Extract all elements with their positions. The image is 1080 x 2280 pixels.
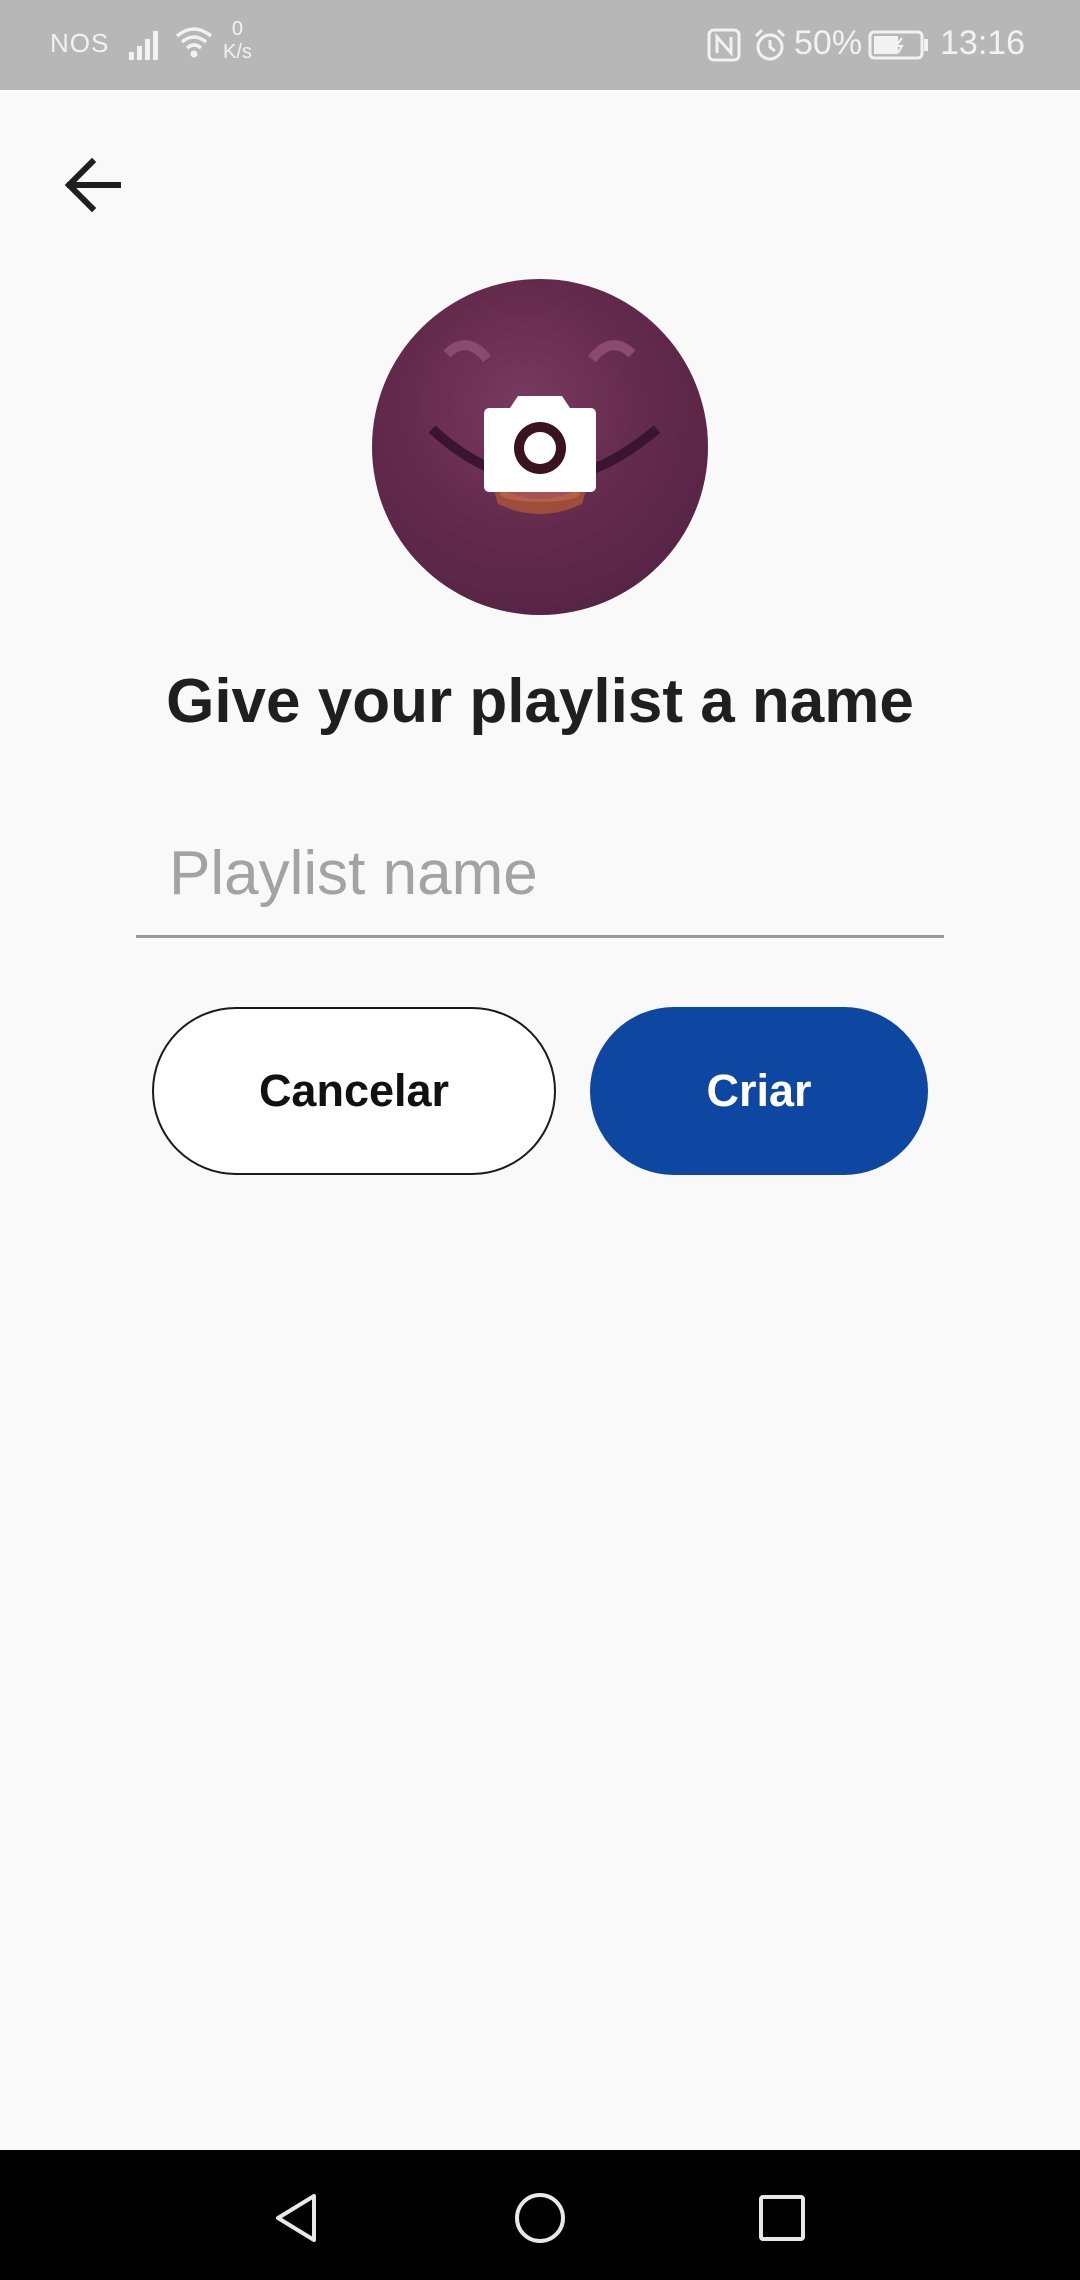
cancel-button[interactable]: Cancelar [152,1007,556,1175]
nav-home-icon[interactable] [512,2190,568,2246]
battery-percent: 50% [794,24,863,62]
carrier-label: NOS [50,28,110,58]
playlist-name-input[interactable] [136,812,944,938]
camera-icon[interactable] [482,390,598,494]
signal-icon [129,31,158,60]
page-title: Give your playlist a name [166,667,914,736]
nfc-icon [707,28,741,62]
battery-icon [868,30,928,60]
alarm-icon [754,28,786,61]
wifi-icon [175,27,213,58]
nav-recents-icon[interactable] [754,2190,810,2246]
create-button[interactable]: Criar [590,1007,928,1175]
nav-back-icon[interactable] [270,2190,326,2246]
navigation-bar [0,2150,1080,2280]
network-speed: 0 K/s [223,18,252,64]
status-bar: NOS 0 K/s 50% 13:16 [0,0,1080,90]
network-speed-unit: K/s [223,41,252,63]
screen: NOS 0 K/s 50% 13:16 Give your playlist a… [0,0,1080,2280]
network-speed-value: 0 [231,18,244,40]
arrow-left-icon[interactable] [52,142,138,228]
clock: 13:16 [940,24,1026,62]
